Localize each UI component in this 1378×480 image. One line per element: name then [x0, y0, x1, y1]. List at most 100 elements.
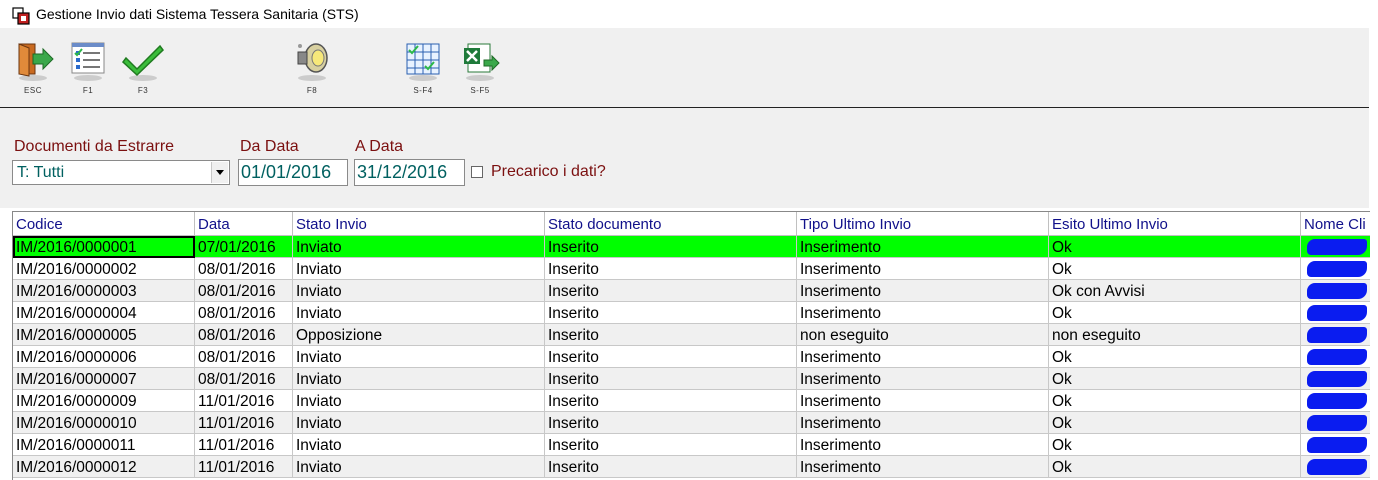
table-row[interactable]: IM/2016/0000007 08/01/2016 Inviato Inserito… [13, 368, 1370, 390]
cell-codice[interactable]: IM/2016/0000006 [13, 346, 195, 368]
cell-tipo-ultimo-invio[interactable]: Inserimento [797, 280, 1049, 302]
cell-tipo-ultimo-invio[interactable]: Inserimento [797, 390, 1049, 412]
cell-data[interactable]: 08/01/2016 [195, 324, 293, 346]
cell-stato-documento[interactable]: Inserito [545, 412, 797, 434]
cell-nome-cliente[interactable] [1301, 302, 1370, 324]
cell-esito-ultimo-invio[interactable]: Ok [1049, 258, 1301, 280]
cell-stato-invio[interactable]: Inviato [293, 368, 545, 390]
cell-data[interactable]: 11/01/2016 [195, 412, 293, 434]
cell-stato-documento[interactable]: Inserito [545, 368, 797, 390]
cell-stato-invio[interactable]: Inviato [293, 302, 545, 324]
cell-data[interactable]: 08/01/2016 [195, 280, 293, 302]
cell-nome-cliente[interactable] [1301, 324, 1370, 346]
cell-tipo-ultimo-invio[interactable]: Inserimento [797, 412, 1049, 434]
cell-stato-invio[interactable]: Inviato [293, 346, 545, 368]
cell-esito-ultimo-invio[interactable]: Ok [1049, 302, 1301, 324]
cell-tipo-ultimo-invio[interactable]: Inserimento [797, 236, 1049, 258]
col-header-codice[interactable]: Codice [13, 212, 195, 236]
cell-tipo-ultimo-invio[interactable]: Inserimento [797, 456, 1049, 478]
cell-data[interactable]: 08/01/2016 [195, 346, 293, 368]
cell-data[interactable]: 07/01/2016 [195, 236, 293, 258]
cell-esito-ultimo-invio[interactable]: Ok [1049, 368, 1301, 390]
cell-nome-cliente[interactable] [1301, 412, 1370, 434]
documenti-select[interactable]: T: Tutti [12, 160, 230, 185]
cell-tipo-ultimo-invio[interactable]: Inserimento [797, 434, 1049, 456]
table-row[interactable]: IM/2016/0000002 08/01/2016 Inviato Inserito… [13, 258, 1370, 280]
f8-button[interactable]: F8 [285, 28, 339, 104]
cell-stato-documento[interactable]: Inserito [545, 434, 797, 456]
cell-stato-invio[interactable]: Inviato [293, 412, 545, 434]
cell-codice[interactable]: IM/2016/0000002 [13, 258, 195, 280]
cell-stato-documento[interactable]: Inserito [545, 324, 797, 346]
cell-tipo-ultimo-invio[interactable]: Inserimento [797, 302, 1049, 324]
cell-nome-cliente[interactable] [1301, 368, 1370, 390]
cell-data[interactable]: 08/01/2016 [195, 302, 293, 324]
table-row[interactable]: IM/2016/0000003 08/01/2016 Inviato Inserito… [13, 280, 1370, 302]
cell-nome-cliente[interactable] [1301, 456, 1370, 478]
da-data-input[interactable]: 01/01/2016 [238, 159, 348, 186]
cell-codice[interactable]: IM/2016/0000003 [13, 280, 195, 302]
cell-codice[interactable]: IM/2016/0000011 [13, 434, 195, 456]
cell-tipo-ultimo-invio[interactable]: Inserimento [797, 258, 1049, 280]
cell-stato-documento[interactable]: Inserito [545, 280, 797, 302]
cell-stato-invio[interactable]: Inviato [293, 236, 545, 258]
col-header-data[interactable]: Data [195, 212, 293, 236]
col-header-stato-invio[interactable]: Stato Invio [293, 212, 545, 236]
cell-esito-ultimo-invio[interactable]: Ok con Avvisi [1049, 280, 1301, 302]
cell-esito-ultimo-invio[interactable]: Ok [1049, 412, 1301, 434]
cell-stato-documento[interactable]: Inserito [545, 302, 797, 324]
cell-nome-cliente[interactable] [1301, 236, 1370, 258]
precarico-checkbox[interactable] [471, 166, 483, 178]
cell-stato-documento[interactable]: Inserito [545, 456, 797, 478]
cell-stato-invio[interactable]: Opposizione [293, 324, 545, 346]
dropdown-button[interactable] [211, 162, 228, 183]
table-row[interactable]: IM/2016/0000009 11/01/2016 Inviato Inserito… [13, 390, 1370, 412]
table-row[interactable]: IM/2016/0000011 11/01/2016 Inviato Inserito… [13, 434, 1370, 456]
col-header-stato-documento[interactable]: Stato documento [545, 212, 797, 236]
col-header-nome-cliente[interactable]: Nome Cli [1301, 212, 1370, 236]
cell-codice[interactable]: IM/2016/0000005 [13, 324, 195, 346]
table-row[interactable]: IM/2016/0000004 08/01/2016 Inviato Inserito… [13, 302, 1370, 324]
cell-data[interactable]: 11/01/2016 [195, 390, 293, 412]
cell-esito-ultimo-invio[interactable]: non eseguito [1049, 324, 1301, 346]
cell-stato-invio[interactable]: Inviato [293, 456, 545, 478]
s-f5-button[interactable]: S-F5 [453, 28, 507, 104]
cell-data[interactable]: 08/01/2016 [195, 368, 293, 390]
cell-codice[interactable]: IM/2016/0000007 [13, 368, 195, 390]
cell-nome-cliente[interactable] [1301, 346, 1370, 368]
col-header-esito-ultimo-invio[interactable]: Esito Ultimo Invio [1049, 212, 1301, 236]
cell-nome-cliente[interactable] [1301, 390, 1370, 412]
cell-tipo-ultimo-invio[interactable]: Inserimento [797, 346, 1049, 368]
cell-stato-documento[interactable]: Inserito [545, 258, 797, 280]
cell-codice[interactable]: IM/2016/0000009 [13, 390, 195, 412]
esc-button[interactable]: ESC [6, 28, 60, 104]
cell-codice[interactable]: IM/2016/0000001 [13, 236, 195, 258]
table-row[interactable]: IM/2016/0000010 11/01/2016 Inviato Inserito… [13, 412, 1370, 434]
f1-button[interactable]: F1 [61, 28, 115, 104]
col-header-tipo-ultimo-invio[interactable]: Tipo Ultimo Invio [797, 212, 1049, 236]
cell-esito-ultimo-invio[interactable]: Ok [1049, 346, 1301, 368]
cell-data[interactable]: 11/01/2016 [195, 456, 293, 478]
cell-codice[interactable]: IM/2016/0000012 [13, 456, 195, 478]
cell-esito-ultimo-invio[interactable]: Ok [1049, 434, 1301, 456]
cell-stato-documento[interactable]: Inserito [545, 236, 797, 258]
cell-esito-ultimo-invio[interactable]: Ok [1049, 456, 1301, 478]
cell-stato-invio[interactable]: Inviato [293, 280, 545, 302]
cell-nome-cliente[interactable] [1301, 434, 1370, 456]
f3-button[interactable]: F3 [116, 28, 170, 104]
s-f4-button[interactable]: S-F4 [396, 28, 450, 104]
cell-stato-documento[interactable]: Inserito [545, 390, 797, 412]
cell-tipo-ultimo-invio[interactable]: non eseguito [797, 324, 1049, 346]
table-row[interactable]: IM/2016/0000001 07/01/2016 Inviato Inserito… [13, 236, 1370, 258]
cell-stato-invio[interactable]: Inviato [293, 258, 545, 280]
cell-esito-ultimo-invio[interactable]: Ok [1049, 390, 1301, 412]
cell-nome-cliente[interactable] [1301, 258, 1370, 280]
a-data-input[interactable]: 31/12/2016 [354, 159, 465, 186]
table-row[interactable]: IM/2016/0000005 08/01/2016 Opposizione Inse… [13, 324, 1370, 346]
cell-codice[interactable]: IM/2016/0000010 [13, 412, 195, 434]
cell-nome-cliente[interactable] [1301, 280, 1370, 302]
cell-stato-documento[interactable]: Inserito [545, 346, 797, 368]
cell-codice[interactable]: IM/2016/0000004 [13, 302, 195, 324]
cell-data[interactable]: 08/01/2016 [195, 258, 293, 280]
cell-stato-invio[interactable]: Inviato [293, 390, 545, 412]
